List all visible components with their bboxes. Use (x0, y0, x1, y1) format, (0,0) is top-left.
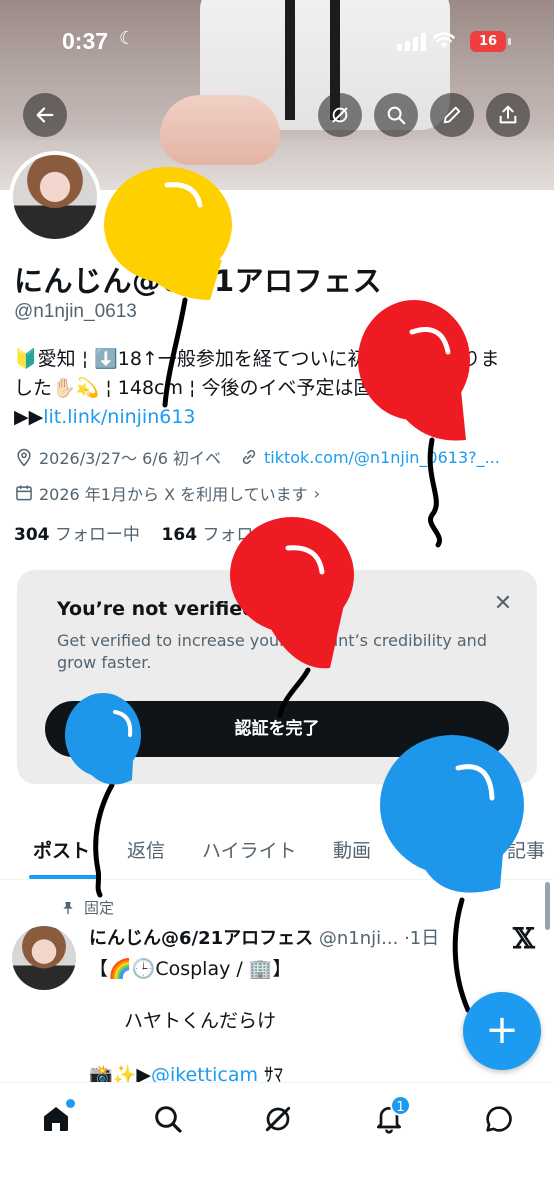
following-label: フォロー中 (54, 525, 140, 545)
bio-line: ▶▶lit.link/ninjin613 (14, 403, 539, 432)
pin-icon (63, 901, 73, 914)
nav-home[interactable] (40, 1099, 75, 1135)
tab-highlights[interactable]: ハイライト (202, 836, 297, 863)
post-author-name: にんじん@6/21アロフェス (89, 928, 314, 949)
nav-notifications[interactable]: 1 (373, 1095, 411, 1135)
profile-meta-row: 2026/3/27〜 6/6 初イベ tiktok.com/@n1njin_06… (14, 445, 500, 469)
grok-icon (265, 1106, 291, 1132)
grok-button[interactable] (318, 93, 362, 137)
back-button[interactable] (23, 93, 67, 137)
verify-card: You’re not verified yet ✕ Get verified t… (17, 570, 537, 784)
chevron-right-icon: › (313, 483, 321, 503)
pencil-icon (443, 106, 461, 124)
nav-messages[interactable] (483, 1103, 515, 1135)
post-line: ハヤトくんだらけ (124, 1010, 277, 1032)
calendar-icon (14, 483, 34, 503)
compose-post-button[interactable]: + (463, 992, 541, 1070)
verify-description: Get verified to increase your account’s … (57, 631, 487, 672)
signal-icon (397, 33, 427, 51)
tab-media[interactable]: メディア (408, 836, 483, 863)
followers-label: フォロワー (202, 525, 288, 545)
bio-link[interactable]: lit.link/ninjin613 (43, 406, 195, 428)
post-header[interactable]: にんじん@6/21アロフェス @n1nji... ·1日 (89, 924, 464, 950)
home-icon (44, 1107, 68, 1131)
profile-handle: @n1njin_0613 (14, 301, 137, 322)
grok-icon (332, 107, 348, 123)
post-line: 【🌈🕒Cosplay / 🏢】 (89, 958, 292, 980)
nav-grok[interactable] (262, 1103, 294, 1135)
search-button[interactable] (374, 93, 418, 137)
moon-icon: ☾ (119, 28, 136, 49)
status-bar: 0:37 ☾ 16 (0, 0, 554, 86)
home-unread-dot (66, 1099, 75, 1108)
chat-bubble-icon (486, 1106, 512, 1132)
profile-joined-row[interactable]: 2026 年1月から X を利用しています › (14, 481, 320, 505)
notification-badge: 1 (390, 1095, 411, 1116)
bio-line: した✋🏻💫 ¦ 148cm ¦ 今後のイベ予定は固定ツイに (14, 377, 449, 399)
active-tab-indicator (29, 875, 99, 879)
profile-location: 2026/3/27〜 6/6 初イベ (39, 449, 221, 468)
search-icon (155, 1106, 182, 1133)
bio-line: 🔰愛知 ¦ ⬇️18↑一般参加を経てついに初めてコスなりま (14, 348, 500, 370)
post-author-handle: @n1nji... (318, 928, 399, 949)
profile-website[interactable]: tiktok.com/@n1njin_0613?_... (264, 448, 500, 467)
follow-stats: 304 フォロー中 164 フォロワー (14, 520, 287, 545)
share-button[interactable] (486, 93, 530, 137)
bottom-nav: 1 (0, 1082, 554, 1200)
edit-button[interactable] (430, 93, 474, 137)
tab-posts[interactable]: ポスト (33, 836, 90, 863)
profile-display-name: にんじん@6/21アロフェス (14, 264, 383, 298)
share-icon (499, 105, 517, 124)
pinned-text: 固定 (84, 899, 115, 917)
followers-count: 164 (161, 525, 198, 545)
profile-joined: 2026 年1月から X を利用しています (39, 485, 308, 504)
wifi-icon (433, 30, 455, 54)
profile-avatar[interactable] (9, 151, 101, 243)
following-link[interactable]: 304 フォロー中 (14, 525, 140, 545)
profile-bio: 🔰愛知 ¦ ⬇️18↑一般参加を経てついに初めてコスなりま した✋🏻💫 ¦ 14… (14, 345, 539, 432)
x-logo-icon: 𝕏 (513, 922, 535, 955)
post-time: ·1日 (404, 928, 440, 949)
arrow-left-icon (36, 107, 54, 123)
location-pin-icon (14, 447, 34, 467)
verify-title: You’re not verified yet (57, 598, 297, 620)
tab-videos[interactable]: 動画 (333, 836, 371, 863)
banner-hand (160, 95, 280, 165)
close-icon[interactable]: ✕ (491, 592, 515, 616)
tab-replies[interactable]: 返信 (127, 836, 165, 863)
scrollbar[interactable] (545, 882, 550, 930)
search-icon (387, 106, 406, 125)
post-avatar[interactable] (12, 926, 76, 990)
complete-verification-button[interactable]: 認証を完了 (45, 701, 509, 757)
profile-tabs: ポスト 返信 ハイライト 動画 メディア 記事 (0, 820, 554, 880)
following-count: 304 (14, 525, 50, 545)
pinned-label: 固定 (60, 897, 114, 918)
tab-articles[interactable]: 記事 (507, 836, 545, 863)
link-icon (239, 447, 259, 467)
bio-prefix: ▶▶ (14, 406, 44, 428)
nav-search[interactable] (152, 1103, 184, 1135)
battery-indicator: 16 (470, 31, 511, 52)
followers-link[interactable]: 164 フォロワー (162, 525, 288, 545)
status-time: 0:37 (62, 28, 109, 54)
